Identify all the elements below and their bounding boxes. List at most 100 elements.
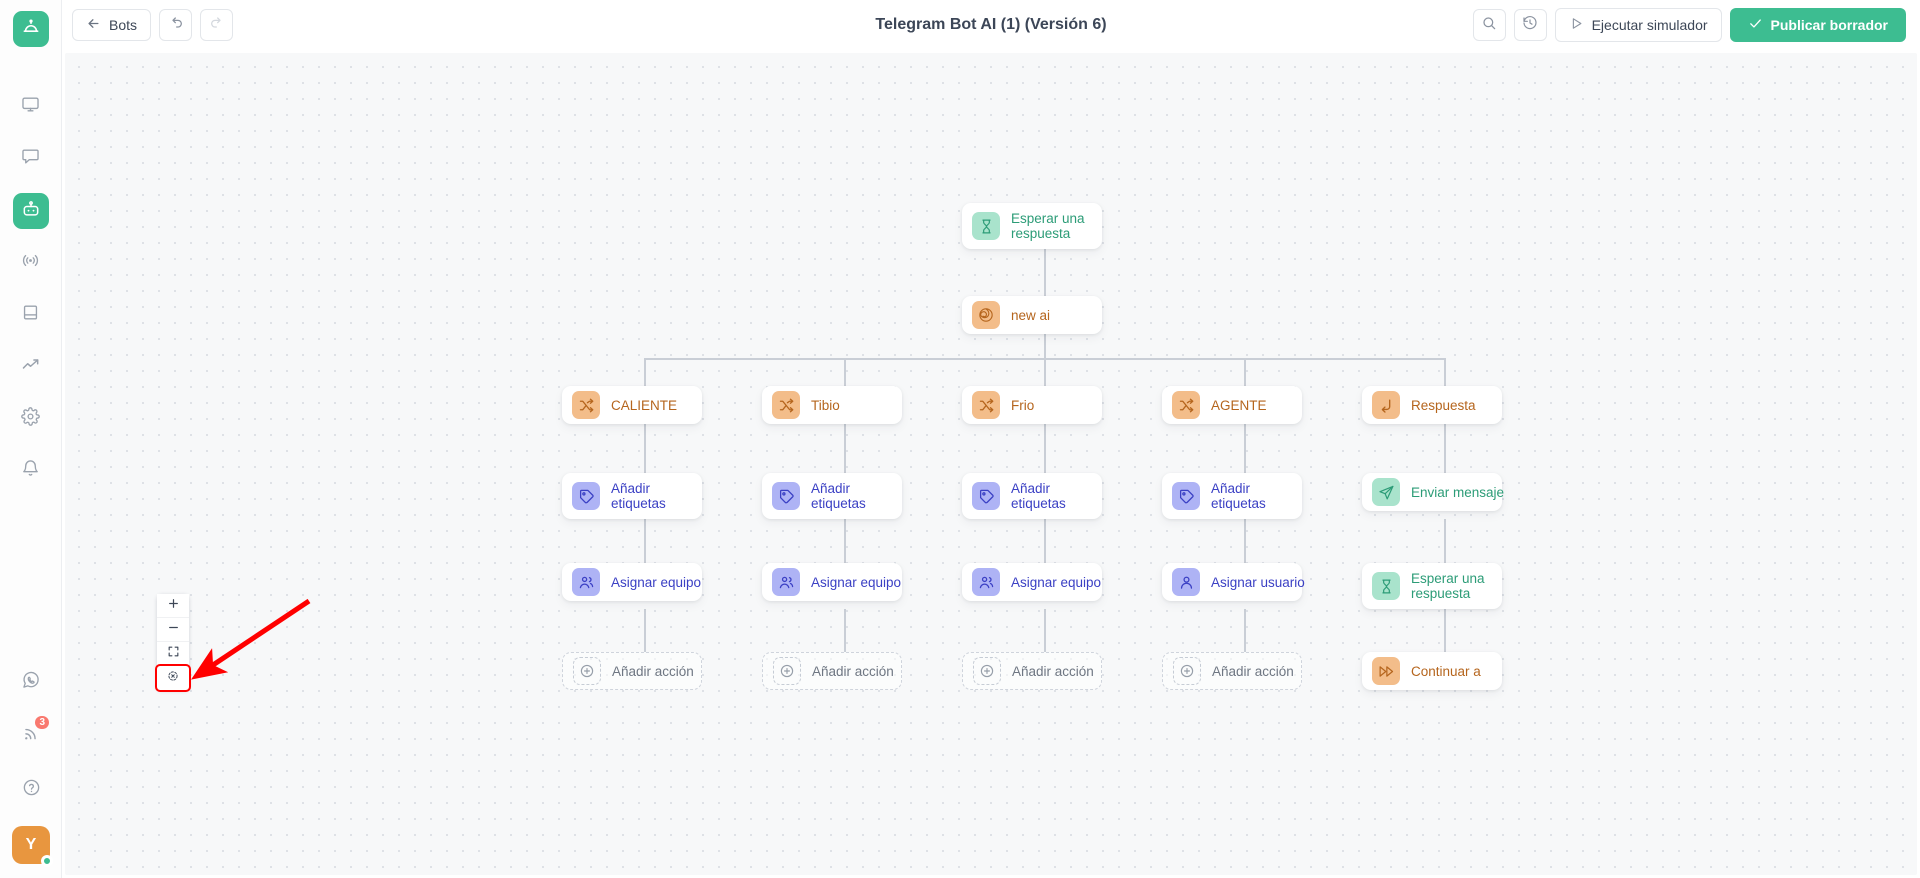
zoom-in-button[interactable] (157, 594, 189, 618)
version-history-button[interactable] (1514, 9, 1547, 41)
connector-col2-row0 (1044, 424, 1046, 473)
left-nav-rail: 3 Y (0, 0, 62, 878)
sidebar-item-bots[interactable] (13, 193, 49, 229)
fast-forward-icon (1372, 657, 1400, 685)
openai-spiral-icon (972, 301, 1000, 329)
plus-circle-icon (773, 657, 801, 685)
sidebar-item-analytics[interactable] (13, 349, 49, 385)
users-icon (972, 568, 1000, 596)
sidebar-item-help[interactable] (13, 772, 49, 808)
flow-node-label: Tibio (811, 398, 840, 413)
avatar[interactable]: Y (12, 826, 50, 864)
undo-icon (168, 15, 184, 36)
robot-icon (21, 199, 41, 224)
connector-bus-drop-1 (844, 358, 846, 386)
sidebar-item-settings[interactable] (13, 401, 49, 437)
flow-node-frio[interactable]: Frio (962, 386, 1102, 424)
channels-badge: 3 (33, 714, 51, 731)
publish-draft-button[interactable]: Publicar borrador (1730, 8, 1906, 42)
flow-node-respuesta[interactable]: Respuesta (1362, 386, 1502, 424)
flow-node-tag3[interactable]: Añadir etiquetas (962, 473, 1102, 519)
flow-node-label: Asignar equipo (1011, 575, 1101, 590)
connector-bus-drop-2 (1044, 358, 1046, 386)
flow-node-cont[interactable]: Continuar a (1362, 652, 1502, 690)
plus-circle-icon (573, 657, 601, 685)
flow-node-label: Añadir acción (812, 664, 894, 679)
connector-col0-row1 (644, 519, 646, 563)
flow-node-add3[interactable]: Añadir acción (962, 652, 1102, 690)
gear-icon (21, 407, 40, 431)
users-icon (572, 568, 600, 596)
flow-node-new-ai[interactable]: new ai (962, 296, 1102, 334)
sidebar-item-whatsapp[interactable] (13, 664, 49, 700)
sidebar-item-chats[interactable] (13, 141, 49, 177)
app-logo[interactable] (13, 11, 49, 47)
sidebar-item-channels[interactable]: 3 (13, 718, 49, 754)
flow-node-label: Continuar a (1411, 664, 1481, 679)
target-reset-icon (166, 669, 180, 687)
users-icon (772, 568, 800, 596)
flow-node-label: Respuesta (1411, 398, 1476, 413)
sidebar-item-dashboard[interactable] (13, 89, 49, 125)
run-simulator-button[interactable]: Ejecutar simulador (1555, 8, 1722, 42)
search-button[interactable] (1473, 9, 1506, 41)
flow-node-agente[interactable]: AGENTE (1162, 386, 1302, 424)
flow-node-tag4[interactable]: Añadir etiquetas (1162, 473, 1302, 519)
sidebar-item-knowledge[interactable] (13, 297, 49, 333)
history-clock-icon (1522, 15, 1538, 36)
flow-node-add4[interactable]: Añadir acción (1162, 652, 1302, 690)
user-icon (1172, 568, 1200, 596)
sidebar-item-broadcast[interactable] (13, 245, 49, 281)
help-circle-icon (22, 778, 41, 802)
search-icon (1481, 15, 1497, 36)
connector-col3-row2 (1244, 609, 1246, 652)
flow-node-user4[interactable]: Asignar usuario (1162, 563, 1302, 601)
flow-node-team1[interactable]: Asignar equipo (562, 563, 702, 601)
redo-button[interactable] (200, 9, 233, 41)
toolbar-right-group: Ejecutar simulador Publicar borrador (1473, 8, 1906, 42)
connector-col1-row2 (844, 609, 846, 652)
run-simulator-label: Ejecutar simulador (1592, 17, 1708, 33)
flow-node-team3[interactable]: Asignar equipo (962, 563, 1102, 601)
arrow-left-icon (86, 16, 101, 34)
sidebar-item-notifications[interactable] (13, 453, 49, 489)
flow-node-label: Frio (1011, 398, 1034, 413)
publish-draft-label: Publicar borrador (1771, 17, 1888, 33)
main-area: Bots Telegram Bot AI (1) (Versión 6) (62, 0, 1920, 878)
fit-view-button[interactable] (157, 642, 189, 666)
fit-screen-icon (167, 645, 180, 662)
flow-node-tag2[interactable]: Añadir etiquetas (762, 473, 902, 519)
flow-node-add2[interactable]: Añadir acción (762, 652, 902, 690)
arrow-turn-down-icon (1372, 391, 1400, 419)
zoom-out-button[interactable] (157, 618, 189, 642)
undo-button[interactable] (159, 9, 192, 41)
flow-node-label: Añadir etiquetas (1011, 481, 1092, 511)
connector-ai-to-bus (1044, 334, 1046, 358)
reset-zoom-button[interactable] (157, 666, 189, 690)
flow-node-label: Añadir acción (1212, 664, 1294, 679)
flow-node-caliente[interactable]: CALIENTE (562, 386, 702, 424)
plus-icon (167, 597, 180, 614)
shuffle-icon (972, 391, 1000, 419)
flow-node-team2[interactable]: Asignar equipo (762, 563, 902, 601)
connector-col3-row1 (1244, 519, 1246, 563)
connector-col2-row2 (1044, 609, 1046, 652)
flow-node-tag1[interactable]: Añadir etiquetas (562, 473, 702, 519)
back-button-label: Bots (109, 17, 137, 33)
flow-node-wait-top[interactable]: Esperar una respuesta (962, 203, 1102, 249)
flow-node-add1[interactable]: Añadir acción (562, 652, 702, 690)
connector-bus-drop-4 (1444, 358, 1446, 386)
trending-up-icon (21, 355, 41, 380)
back-to-bots-button[interactable]: Bots (72, 9, 151, 41)
send-plane-icon (1372, 478, 1400, 506)
avatar-initial: Y (26, 836, 37, 854)
flow-node-label: Asignar equipo (611, 575, 701, 590)
flow-node-tibio[interactable]: Tibio (762, 386, 902, 424)
flow-node-wait2[interactable]: Esperar una respuesta (1362, 563, 1502, 609)
chat-bubble-icon (21, 147, 40, 171)
flow-node-label: Esperar una respuesta (1411, 571, 1492, 601)
flow-node-label: Añadir etiquetas (1211, 481, 1292, 511)
flow-canvas[interactable]: Esperar una respuesta new ai CALIENTE Tibio… (65, 53, 1917, 875)
flow-node-send[interactable]: Enviar mensaje (1362, 473, 1502, 511)
connector-col3-row0 (1244, 424, 1246, 473)
